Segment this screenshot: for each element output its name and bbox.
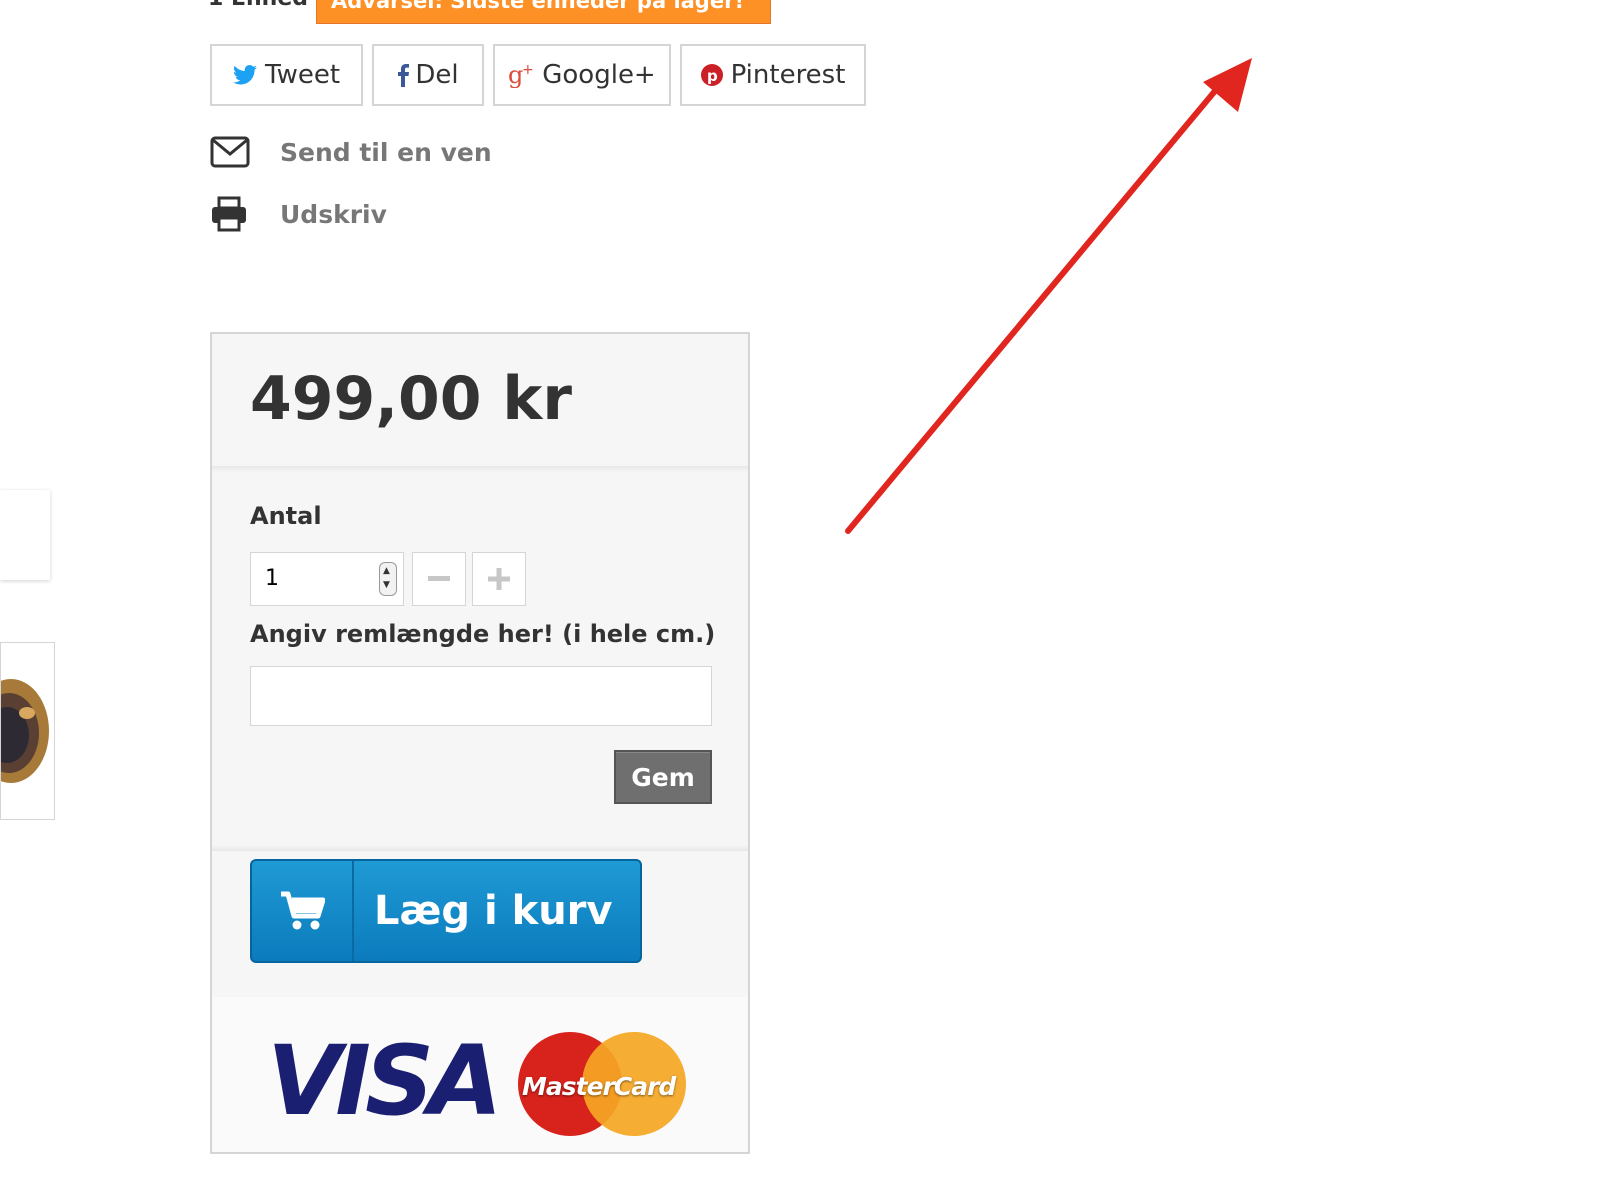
annotation-arrow	[845, 58, 1252, 534]
